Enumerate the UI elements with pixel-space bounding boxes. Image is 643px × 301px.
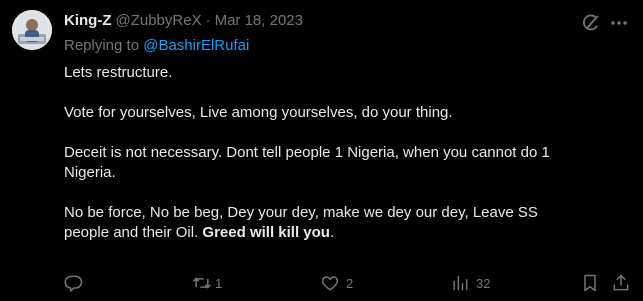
user-handle[interactable]: @ZubbyReX [115, 12, 201, 29]
action-bar: 1 2 32 [0, 268, 643, 298]
replying-to-label: Replying to [64, 37, 144, 54]
body-text: . [329, 224, 335, 241]
retweet-button[interactable]: 1 [191, 272, 222, 294]
like-count: 2 [346, 275, 354, 291]
body-text: people and their Oil. [64, 224, 203, 241]
body-line: people and their Oil. Greed will kill yo… [64, 223, 624, 243]
bookmark-icon [584, 274, 596, 292]
grok-button[interactable] [580, 12, 602, 34]
avatar[interactable] [12, 10, 52, 50]
display-name[interactable]: King-Z [64, 12, 111, 29]
tweet-date[interactable]: Mar 18, 2023 [215, 12, 303, 29]
mention-link[interactable]: @BashirElRufai [143, 37, 249, 54]
tweet-header: King-Z @ZubbyReX · Mar 18, 2023 [64, 12, 303, 34]
tweet-card[interactable]: King-Z @ZubbyReX · Mar 18, 2023 Replying… [0, 0, 643, 301]
body-bold-text: Greed will kill you [202, 224, 330, 241]
share-icon [613, 274, 629, 291]
grok-icon [583, 14, 599, 31]
tweet-body: Lets restructure. Vote for yourselves, L… [64, 63, 624, 243]
more-options-icon [611, 21, 627, 25]
more-options-button[interactable] [608, 12, 630, 34]
body-line: Nigeria. [64, 164, 116, 181]
like-button[interactable]: 2 [320, 272, 353, 294]
reply-button[interactable] [64, 272, 90, 294]
share-button[interactable] [611, 272, 631, 294]
reply-icon [64, 275, 83, 292]
separator-dot: · [205, 12, 211, 29]
body-line: Vote for yourselves, Live among yourselv… [64, 104, 453, 121]
retweet-icon [193, 277, 211, 289]
body-line: Lets restructure. [64, 64, 173, 81]
retweet-count: 1 [215, 275, 223, 291]
bookmark-button[interactable] [580, 272, 600, 294]
views-chart-icon [453, 275, 468, 291]
body-line: No be force, No be beg, Dey your dey, ma… [64, 204, 538, 221]
body-line: Deceit is not necessary. Dont tell peopl… [64, 144, 550, 161]
avatar-image [12, 10, 52, 50]
replying-to: Replying to @BashirElRufai [64, 37, 249, 54]
views-count: 32 [476, 275, 491, 291]
heart-icon [321, 276, 339, 291]
views-button[interactable]: 32 [450, 272, 490, 294]
